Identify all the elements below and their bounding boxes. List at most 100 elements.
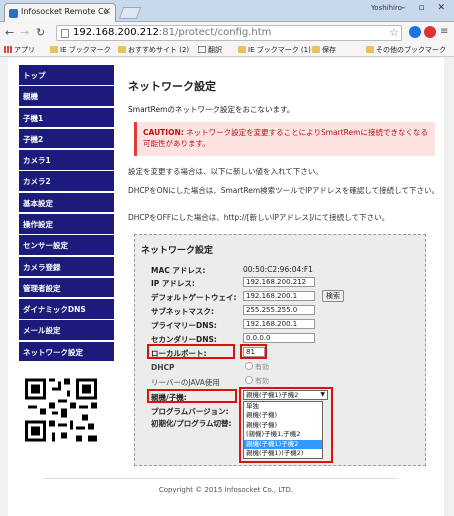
back-icon[interactable]: ← — [5, 26, 14, 39]
mode-option[interactable]: 親機(子機) — [244, 421, 322, 430]
instruction-text: 設定を変更する場合は、以下に新しい値を入れて下さい。 — [128, 167, 323, 176]
tab-title: Infosocket Remote Co — [21, 7, 109, 16]
ip-label: IP アドレス: — [151, 279, 195, 288]
port-label-highlight — [147, 344, 235, 359]
radio-circle — [245, 376, 253, 384]
mode-label-highlight — [147, 389, 237, 403]
mac-label: MAC アドレス: — [151, 266, 206, 275]
sidebar-item-operation[interactable]: 操作設定 — [19, 213, 114, 234]
folder-icon — [50, 46, 58, 53]
bookmark-label: 翻訳 — [208, 46, 222, 54]
sidebar-item-child1[interactable]: 子機1 — [19, 107, 114, 128]
page-scrollbar[interactable] — [444, 58, 454, 516]
bookmark-label: アプリ — [14, 46, 35, 54]
gateway-search-button[interactable]: 検索 — [322, 290, 344, 302]
bookmark-label: おすすめサイト (2) — [128, 46, 190, 54]
panel-title: ネットワーク設定 — [141, 246, 214, 256]
port-field-highlight — [240, 344, 267, 359]
sidebar-item-admin[interactable]: 管理者設定 — [19, 277, 114, 298]
mode-option-selected[interactable]: 親機(子機1)子機2 — [244, 439, 322, 449]
address-bar[interactable]: 192.168.200.212:81/protect/config.htm ☆ — [56, 25, 402, 41]
bookmark-ie[interactable]: IE ブックマーク — [50, 45, 111, 55]
dns2-field[interactable]: 0.0.0.0 — [243, 333, 315, 343]
dhcp-on-text: DHCPをONにした場合は、SmartRem検索ツールでIPアドレスを確認して接… — [128, 186, 439, 195]
browser-tab[interactable]: Infosocket Remote Co ✕ — [4, 3, 116, 22]
sidebar-item-basic[interactable]: 基本設定 — [19, 192, 114, 213]
favicon-icon — [9, 9, 18, 18]
gateway-label: デフォルトゲートウェイ: — [151, 293, 237, 302]
footer-divider — [44, 478, 398, 479]
folder-icon — [118, 46, 126, 53]
sidebar-item-camera2[interactable]: カメラ2 — [19, 171, 114, 191]
folder-icon — [238, 46, 246, 53]
mode-dropdown-list: 単独 親機(子機) 親機(子機) (親機)子機1,子機2 親機(子機1)子機2 … — [243, 401, 323, 460]
java-option-label: 有効 — [255, 377, 269, 385]
ip-field[interactable]: 192.168.200.212 — [243, 277, 315, 287]
dns1-field[interactable]: 192.168.200.1 — [243, 319, 315, 329]
sidebar-item-top[interactable]: トップ — [19, 65, 114, 85]
init-label: 初期化/プログラム切替: — [151, 419, 232, 428]
java-label: リーバーのJAVA使用 — [151, 378, 220, 387]
gateway-field[interactable]: 192.168.200.1 — [243, 291, 315, 301]
apps-icon — [4, 46, 12, 53]
page-icon — [198, 46, 206, 53]
mode-option[interactable]: 親機(子機) — [244, 411, 322, 420]
dhcp-option-label: 有効 — [255, 363, 269, 371]
bookmark-saved[interactable]: 保存 — [312, 45, 336, 55]
new-tab-button[interactable] — [118, 7, 142, 19]
mode-option[interactable]: 親機(子機1)(子機2) — [244, 449, 322, 458]
bookmark-others[interactable]: その他のブックマーク — [366, 45, 446, 55]
java-checkbox[interactable]: 有効 — [245, 376, 269, 386]
forward-icon[interactable]: → — [20, 26, 29, 39]
folder-icon — [366, 46, 374, 53]
bookmarks-bar: アプリ IE ブックマーク おすすめサイト (2) 翻訳 IE ブックマーク (… — [0, 43, 454, 57]
subnet-label: サブネットマスク: — [151, 307, 214, 316]
footer-copyright: Copyright © 2015 Infosocket Co., LTD. — [158, 486, 294, 494]
dns1-label: プライマリーDNS: — [151, 321, 217, 330]
bookmark-ie-1[interactable]: IE ブックマーク (1) — [238, 45, 311, 55]
bookmark-label: その他のブックマーク — [376, 46, 446, 54]
folder-icon — [312, 46, 320, 53]
close-tab-icon[interactable]: ✕ — [103, 7, 111, 17]
radio-circle — [245, 362, 253, 370]
sidebar-item-sensor[interactable]: センサー設定 — [19, 235, 114, 255]
web-page: トップ 親機 子機1 子機2 カメラ1 カメラ2 基本設定 操作設定 センサー設… — [8, 58, 444, 516]
page-icon — [61, 29, 69, 38]
bookmark-label: IE ブックマーク (1) — [248, 46, 311, 54]
url-path: :81/protect/config.htm — [158, 27, 272, 38]
chevron-down-icon: ▼ — [320, 391, 325, 398]
subnet-field[interactable]: 255.255.255.0 — [243, 305, 315, 315]
sidebar-item-camera1[interactable]: カメラ1 — [19, 150, 114, 170]
bookmark-recommended[interactable]: おすすめサイト (2) — [118, 45, 189, 55]
sidebar-item-ddns[interactable]: ダイナミックDNS — [19, 299, 114, 319]
mode-select-value: 親機(子機1)子機2 — [246, 391, 299, 399]
sidebar-nav: トップ 親機 子機1 子機2 カメラ1 カメラ2 基本設定 操作設定 センサー設… — [19, 65, 114, 363]
user-label[interactable]: Yoshihiro — [371, 4, 402, 12]
qr-code-icon — [25, 378, 97, 442]
sidebar-item-network[interactable]: ネットワーク設定 — [19, 341, 114, 362]
lastpass-icon[interactable] — [424, 26, 436, 38]
bookmark-label: IE ブックマーク — [60, 46, 111, 54]
mode-option[interactable]: (親機)子機1,子機2 — [244, 430, 322, 439]
browser-toolbar: ← → ↻ 192.168.200.212:81/protect/config.… — [0, 23, 454, 43]
bookmark-apps[interactable]: アプリ — [4, 45, 35, 55]
dhcp-checkbox[interactable]: 有効 — [245, 362, 269, 372]
window-controls[interactable]: – ▫ ✕ — [401, 3, 450, 13]
dhcp-label: DHCP — [151, 363, 175, 372]
reload-icon[interactable]: ↻ — [36, 26, 45, 39]
url-host: 192.168.200.212 — [73, 27, 159, 38]
sidebar-item-parent[interactable]: 親機 — [19, 86, 114, 106]
menu-icon[interactable]: ≡ — [440, 26, 448, 37]
caution-label: CAUTION: — [143, 128, 184, 137]
sidebar-item-camera-register[interactable]: カメラ登録 — [19, 256, 114, 277]
mac-value: 00:50:C2:96:04:F1 — [243, 265, 313, 274]
extension-icon[interactable] — [409, 26, 421, 38]
mode-option[interactable]: 単独 — [244, 402, 322, 411]
sidebar-item-child2[interactable]: 子機2 — [19, 128, 114, 149]
bookmark-star-icon[interactable]: ☆ — [389, 26, 399, 39]
caution-text: ネットワーク設定を変更することによりSmartRemに接続できなくなる可能性があ… — [143, 128, 428, 148]
bookmark-translate[interactable]: 翻訳 — [198, 45, 222, 55]
sidebar-item-mail[interactable]: メール設定 — [19, 320, 114, 340]
mode-select[interactable]: 親機(子機1)子機2 ▼ — [243, 390, 328, 400]
bookmark-label: 保存 — [322, 46, 336, 54]
